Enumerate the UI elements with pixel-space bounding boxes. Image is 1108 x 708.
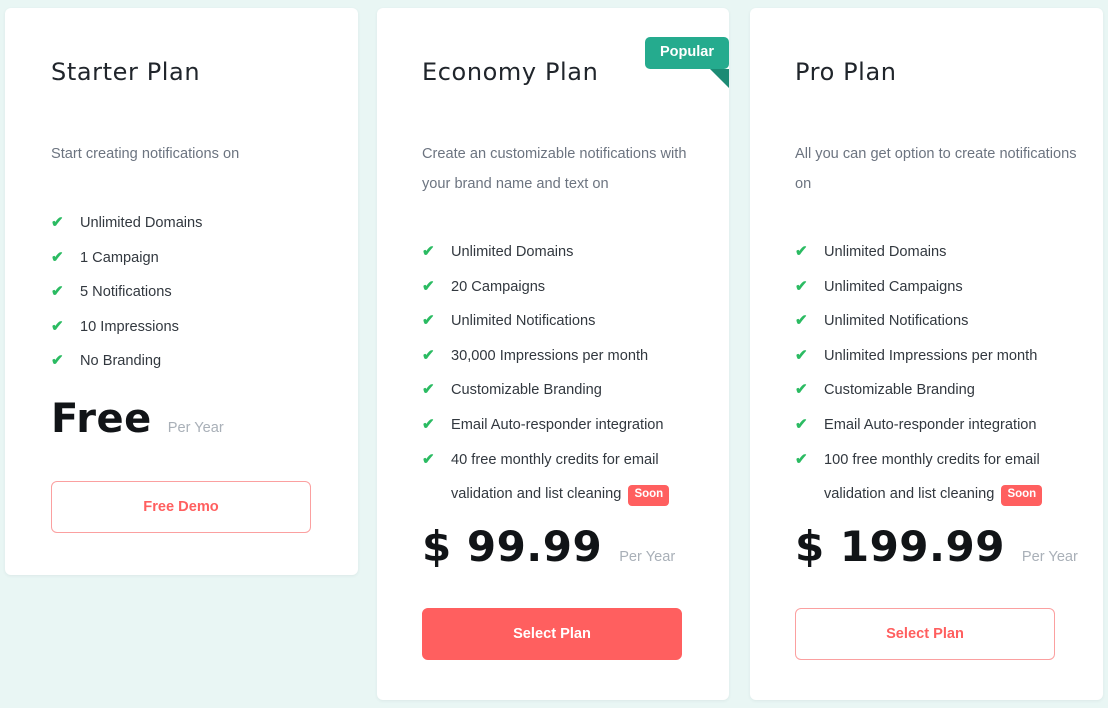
check-icon: ✔ [51,283,64,301]
plan-title: Economy Plan [422,58,599,86]
plan-feature-label: 10 Impressions [80,318,179,335]
plan-feature-item: ✔ 10 Impressions [51,310,336,345]
plan-feature-label: Customizable Branding [451,382,602,399]
plan-feature-item: ✔ 5 Notifications [51,275,336,310]
plan-feature-item: ✔ Unlimited Domains [422,235,707,270]
plan-feature-label: Email Auto-responder integration [824,416,1037,433]
plan-title: Pro Plan [795,58,897,86]
soon-badge: Soon [628,485,670,506]
plan-feature-item: ✔ 30,000 Impressions per month [422,339,707,374]
plan-cta-button-starter[interactable]: Free Demo [51,481,311,533]
check-icon: ✔ [422,277,435,295]
plan-description: All you can get option to create notific… [795,146,1077,192]
check-icon: ✔ [422,312,435,330]
plan-price-amount: Free [51,396,152,442]
check-icon: ✔ [51,317,64,335]
plan-description: Create an customizable notifications wit… [422,146,687,192]
check-icon: ✔ [51,352,64,370]
check-icon: ✔ [422,415,435,433]
check-icon: ✔ [422,381,435,399]
plan-feature-item: ✔ 100 free monthly credits for email vali… [795,443,1081,512]
plan-feature-label: Unlimited Campaigns [824,278,963,295]
check-icon: ✔ [795,312,808,330]
check-icon: ✔ [795,415,808,433]
check-icon: ✔ [795,450,808,468]
plan-card-body: Pro Plan All you can get option to creat… [750,8,1103,700]
soon-badge: Soon [1001,485,1043,506]
plan-card-economy: Popular Economy Plan Create an customiza… [377,8,729,700]
plan-feature-item: ✔ No Branding [51,344,336,379]
plan-card-pro: Pro Plan All you can get option to creat… [750,8,1103,700]
check-icon: ✔ [795,381,808,399]
plan-feature-label: 30,000 Impressions per month [451,347,649,364]
plan-feature-list: ✔ Unlimited Domains ✔ Unlimited Campaigns ✔ U… [795,235,1081,512]
plan-description: Start creating notifications on [51,146,240,162]
plan-feature-label: No Branding [80,353,162,370]
plan-feature-item: ✔ 20 Campaigns [422,270,707,305]
check-icon: ✔ [422,243,435,260]
plan-price-period: Per Year [619,549,676,565]
plan-feature-item: ✔ Customizable Branding [795,373,1081,408]
check-icon: ✔ [795,346,808,364]
plan-feature-item: ✔ 40 free monthly credits for email valid… [422,443,707,512]
plan-card-starter: Starter Plan Start creating notification… [5,8,358,575]
plan-feature-item: ✔ Unlimited Campaigns [795,270,1081,305]
plan-feature-label: Unlimited Domains [451,244,574,260]
check-icon: ✔ [51,248,64,266]
plan-title: Starter Plan [51,58,201,86]
plan-price-amount: $ 99.99 [422,522,603,571]
plan-price-row: $ 99.99 Per Year [422,522,675,571]
plan-price-period: Per Year [167,420,224,436]
plan-feature-label: Unlimited Domains [824,244,947,260]
check-icon: ✔ [422,346,435,364]
plan-feature-item: ✔ Unlimited Notifications [795,304,1081,339]
plan-feature-item: ✔ Unlimited Impressions per month [795,339,1081,374]
plan-price-amount: $ 199.99 [795,522,1005,571]
popular-ribbon-badge: Popular [645,37,729,87]
plan-feature-item: ✔ Email Auto-responder integration [422,408,707,443]
plan-feature-list: ✔ Unlimited Domains ✔ 1 Campaign ✔ 5 Notifica… [51,206,336,379]
plan-feature-label: Email Auto-responder integration [451,416,664,433]
check-icon: ✔ [51,214,64,231]
plan-price-period: Per Year [1021,549,1078,565]
plan-feature-item: ✔ Customizable Branding [422,373,707,408]
plan-feature-item: ✔ Unlimited Domains [795,235,1081,270]
plan-feature-label: Unlimited Impressions per month [824,347,1038,364]
plan-feature-label: Customizable Branding [824,382,975,399]
plan-feature-label: 1 Campaign [80,249,159,266]
plan-cta-button-pro[interactable]: Select Plan [795,608,1055,660]
plan-feature-label: 20 Campaigns [451,278,546,295]
plan-price-row: Free Per Year [51,396,224,442]
pricing-plans-section: Starter Plan Start creating notification… [0,0,1108,708]
plan-price-row: $ 199.99 Per Year [795,522,1078,571]
plan-cta-button-economy[interactable]: Select Plan [422,608,682,660]
check-icon: ✔ [795,243,808,260]
plan-feature-item: ✔ 1 Campaign [51,241,336,276]
plan-feature-item: ✔ Email Auto-responder integration [795,408,1081,443]
plan-card-body: Starter Plan Start creating notification… [5,8,358,575]
check-icon: ✔ [795,277,808,295]
check-icon: ✔ [422,450,435,468]
plan-feature-label: 5 Notifications [80,284,172,301]
plan-feature-label: Unlimited Notifications [824,313,969,330]
plan-feature-label: Unlimited Domains [80,215,203,231]
plan-feature-label: Unlimited Notifications [451,313,596,330]
plan-feature-list: ✔ Unlimited Domains ✔ 20 Campaigns ✔ Unlimite… [422,235,707,512]
plan-card-body: Economy Plan Create an customizable noti… [377,8,729,700]
plan-feature-item: ✔ Unlimited Domains [51,206,336,241]
plan-feature-item: ✔ Unlimited Notifications [422,304,707,339]
